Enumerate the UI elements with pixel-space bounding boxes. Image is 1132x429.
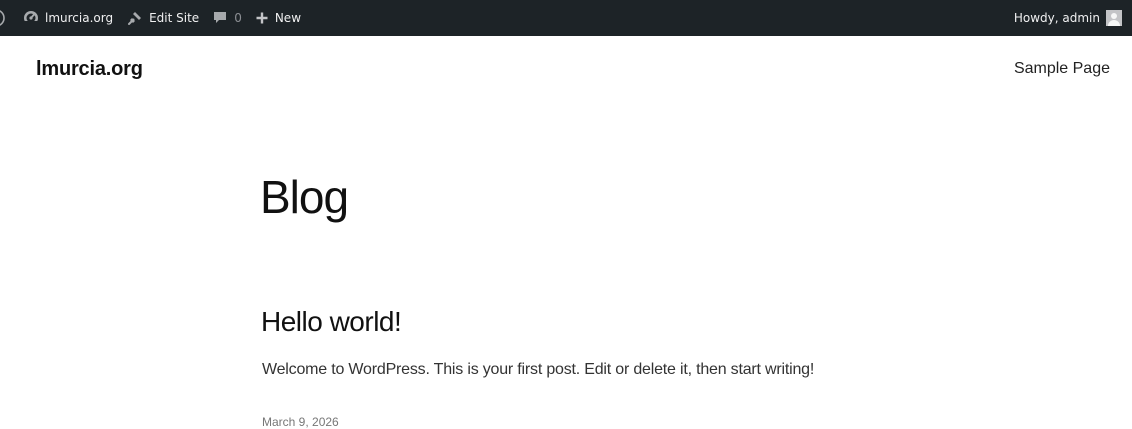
edit-site-label: Edit Site — [149, 11, 200, 25]
admin-bar: lmurcia.org Edit Site 0 New Howdy, admin — [0, 0, 1132, 36]
edit-site-button[interactable]: Edit Site — [120, 0, 206, 36]
post-title-link[interactable]: Hello world! — [261, 306, 402, 338]
comment-icon — [213, 11, 234, 25]
comments-count: 0 — [234, 11, 242, 25]
dashboard-icon — [23, 10, 45, 26]
site-name-menu[interactable]: lmurcia.org — [16, 0, 120, 36]
new-label: New — [274, 11, 302, 25]
comments-button[interactable]: 0 — [206, 0, 249, 36]
admin-bar-left: lmurcia.org Edit Site 0 New — [0, 0, 308, 36]
my-account-menu[interactable]: Howdy, admin — [1007, 0, 1132, 36]
site-title[interactable]: lmurcia.org — [36, 58, 143, 81]
edit-site-icon — [127, 10, 149, 26]
new-content-button[interactable]: New — [249, 0, 308, 36]
nav-item-sample-page[interactable]: Sample Page — [1014, 60, 1110, 78]
page-title: Blog — [260, 171, 349, 223]
wp-logo-menu[interactable] — [0, 0, 16, 36]
wordpress-logo-icon — [0, 8, 10, 28]
post-excerpt: Welcome to WordPress. This is your first… — [262, 361, 815, 378]
plus-icon — [256, 12, 275, 24]
admin-bar-right: Howdy, admin — [1007, 0, 1132, 36]
howdy-label: Howdy, admin — [1013, 11, 1100, 25]
site-name-label: lmurcia.org — [45, 11, 114, 25]
avatar — [1106, 10, 1122, 26]
